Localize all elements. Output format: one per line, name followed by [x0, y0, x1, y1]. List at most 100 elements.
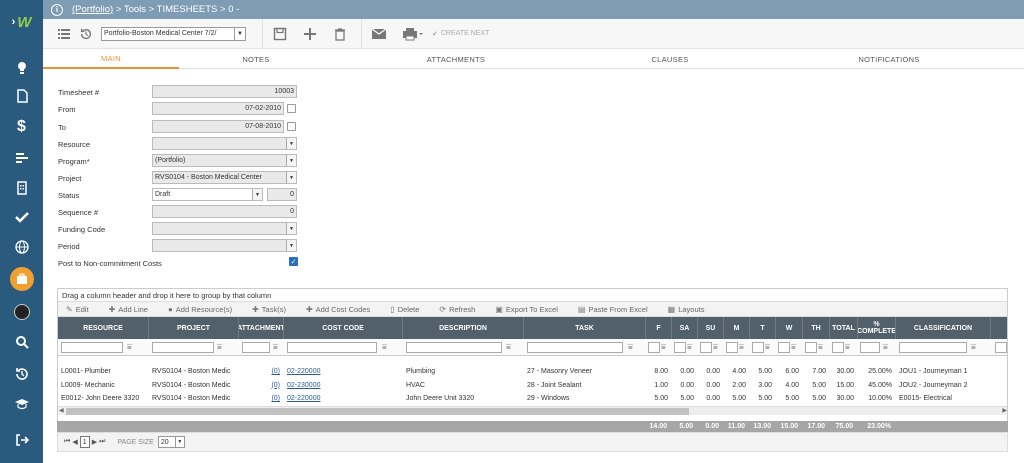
layouts-button[interactable]: ▦ Layouts — [668, 305, 705, 314]
filter-icon[interactable]: ⩸ — [628, 342, 633, 352]
filter-icon[interactable]: ⩸ — [217, 342, 222, 352]
tab-notifications[interactable]: NOTIFICATIONS — [846, 50, 932, 69]
col-th[interactable]: TH — [803, 317, 830, 339]
tasks-button[interactable]: ✚ Task(s) — [252, 305, 286, 314]
col-project[interactable]: PROJECT — [149, 317, 239, 339]
filter-input[interactable] — [287, 342, 377, 353]
program-select[interactable]: (Portfolio) ▼ — [152, 154, 297, 167]
scrollbar-thumb[interactable] — [66, 408, 689, 415]
caret-down-icon[interactable]: ▼ — [174, 437, 184, 447]
filter-input[interactable] — [899, 342, 967, 353]
status-select[interactable]: Draft ▼ — [152, 188, 263, 201]
filter-icon[interactable]: ⩸ — [382, 342, 387, 352]
filter-icon[interactable]: ⩸ — [687, 342, 692, 352]
sidebar-lightbulb-icon[interactable] — [0, 54, 43, 82]
filter-icon[interactable]: ⩸ — [273, 342, 278, 352]
filter-input[interactable] — [152, 342, 214, 353]
filter-input[interactable] — [406, 342, 502, 353]
next-page-icon[interactable]: ▶ — [92, 438, 97, 446]
history-icon[interactable] — [75, 19, 97, 49]
col-task[interactable]: TASK — [524, 317, 646, 339]
filter-icon[interactable]: ⩸ — [506, 342, 511, 352]
sidebar-avatar[interactable] — [0, 298, 43, 326]
col-cost-code[interactable]: COST CODE — [284, 317, 403, 339]
cell-attachment[interactable]: (0) — [242, 379, 280, 392]
horizontal-scrollbar[interactable]: ◀ ▶ — [58, 406, 1007, 415]
create-next-button[interactable]: ✔ CREATE NEXT — [432, 30, 489, 38]
email-icon[interactable] — [368, 19, 390, 49]
prev-page-icon[interactable]: ◀ — [72, 438, 77, 446]
group-by-area[interactable]: Drag a column header and drop it here to… — [58, 289, 1007, 302]
filter-icon[interactable]: ⩸ — [713, 342, 718, 352]
col-w[interactable]: W — [776, 317, 803, 339]
table-row[interactable]: E0012- John Deere 3320 RVS0104 - Boston M… — [58, 392, 1007, 405]
sidebar-history-icon[interactable] — [0, 360, 43, 388]
breadcrumb-portfolio-link[interactable]: (Portfolio) — [72, 4, 113, 15]
sidebar-logout-icon[interactable] — [0, 426, 43, 454]
filter-input[interactable] — [778, 342, 790, 353]
filter-input[interactable] — [61, 342, 123, 353]
sidebar-building-icon[interactable] — [0, 174, 43, 202]
funding-code-select[interactable]: ▼ — [152, 222, 297, 235]
filter-input[interactable] — [700, 342, 712, 353]
caret-down-icon[interactable]: ▼ — [234, 27, 245, 40]
sidebar-graduation-cap-icon[interactable] — [0, 390, 43, 418]
calendar-icon[interactable] — [287, 104, 296, 113]
filter-icon[interactable]: ⩸ — [791, 342, 796, 352]
cell-cost-code[interactable]: 02-220000 — [287, 365, 399, 378]
edit-button[interactable]: ✎ Edit — [66, 305, 89, 314]
filter-input[interactable] — [648, 342, 660, 353]
col-m[interactable]: M — [724, 317, 750, 339]
filter-icon[interactable]: ⩸ — [661, 342, 666, 352]
resource-select[interactable]: ▼ — [152, 137, 297, 150]
caret-down-icon[interactable]: ▼ — [286, 138, 296, 149]
tab-clauses[interactable]: CLAUSES — [627, 50, 713, 69]
tab-attachments[interactable]: ATTACHMENTS — [413, 50, 499, 69]
project-select[interactable]: RVS0104 - Boston Medical Center ▼ — [152, 171, 297, 184]
filter-input[interactable] — [995, 342, 1007, 353]
trash-icon[interactable] — [329, 19, 351, 49]
delete-button[interactable]: ▯ Delete — [390, 305, 419, 314]
filter-icon[interactable]: ⩸ — [739, 342, 744, 352]
tab-notes[interactable]: NOTES — [213, 50, 299, 69]
to-date-field[interactable]: 07-08-2010 — [152, 120, 284, 133]
filter-input[interactable] — [832, 342, 844, 353]
col-t[interactable]: T — [750, 317, 776, 339]
caret-down-icon[interactable]: ▼ — [286, 240, 296, 251]
sequence-field[interactable]: 0 — [152, 205, 297, 218]
sidebar-document-icon[interactable] — [0, 82, 43, 110]
col-su[interactable]: SU — [698, 317, 724, 339]
expand-chevron-icon[interactable]: › — [12, 16, 16, 28]
export-excel-button[interactable]: ▣ Export To Excel — [495, 305, 558, 314]
sidebar-briefcase-icon[interactable] — [0, 264, 43, 294]
page-size-select[interactable]: 20 ▼ — [157, 436, 185, 448]
paste-excel-button[interactable]: ▤ Paste From Excel — [578, 305, 648, 314]
sidebar-search-icon[interactable] — [0, 328, 43, 356]
col-attachment[interactable]: ATTACHMENT — [239, 317, 284, 339]
filter-icon[interactable]: ⩸ — [845, 342, 850, 352]
cell-attachment[interactable]: (0) — [242, 365, 280, 378]
refresh-button[interactable]: ⟳ Refresh — [439, 305, 475, 314]
record-select[interactable]: Portfolio-Boston Medical Center 7/2/ ▼ — [101, 26, 246, 41]
sidebar-dollar-icon[interactable]: $ — [0, 113, 43, 141]
sidebar-globe-icon[interactable] — [0, 233, 43, 261]
filter-icon[interactable]: ⩸ — [127, 342, 132, 352]
from-date-field[interactable]: 07-02-2010 — [152, 102, 284, 115]
scroll-left-icon[interactable]: ◀ — [59, 407, 64, 414]
cell-attachment[interactable]: (0) — [242, 392, 280, 405]
filter-input[interactable] — [860, 342, 880, 353]
print-icon[interactable] — [398, 19, 428, 49]
col-sa[interactable]: SA — [672, 317, 698, 339]
cell-cost-code[interactable]: 02-230000 — [287, 379, 399, 392]
sidebar-gantt-icon[interactable] — [0, 144, 43, 172]
caret-down-icon[interactable]: ▼ — [286, 155, 296, 166]
current-page[interactable]: 1 — [79, 436, 90, 448]
col-description[interactable]: DESCRIPTION — [403, 317, 524, 339]
filter-input[interactable] — [242, 342, 270, 353]
add-resources-button[interactable]: ● Add Resource(s) — [168, 305, 232, 314]
first-page-icon[interactable]: ⏮ — [64, 438, 70, 446]
sidebar-checkmark-icon[interactable] — [0, 203, 43, 231]
table-row[interactable]: L0009- Mechanic RVS0104 - Boston Medic (0)… — [58, 379, 1007, 392]
status-number-field[interactable]: 0 — [267, 188, 297, 201]
add-line-button[interactable]: ✚ Add Line — [109, 305, 148, 314]
